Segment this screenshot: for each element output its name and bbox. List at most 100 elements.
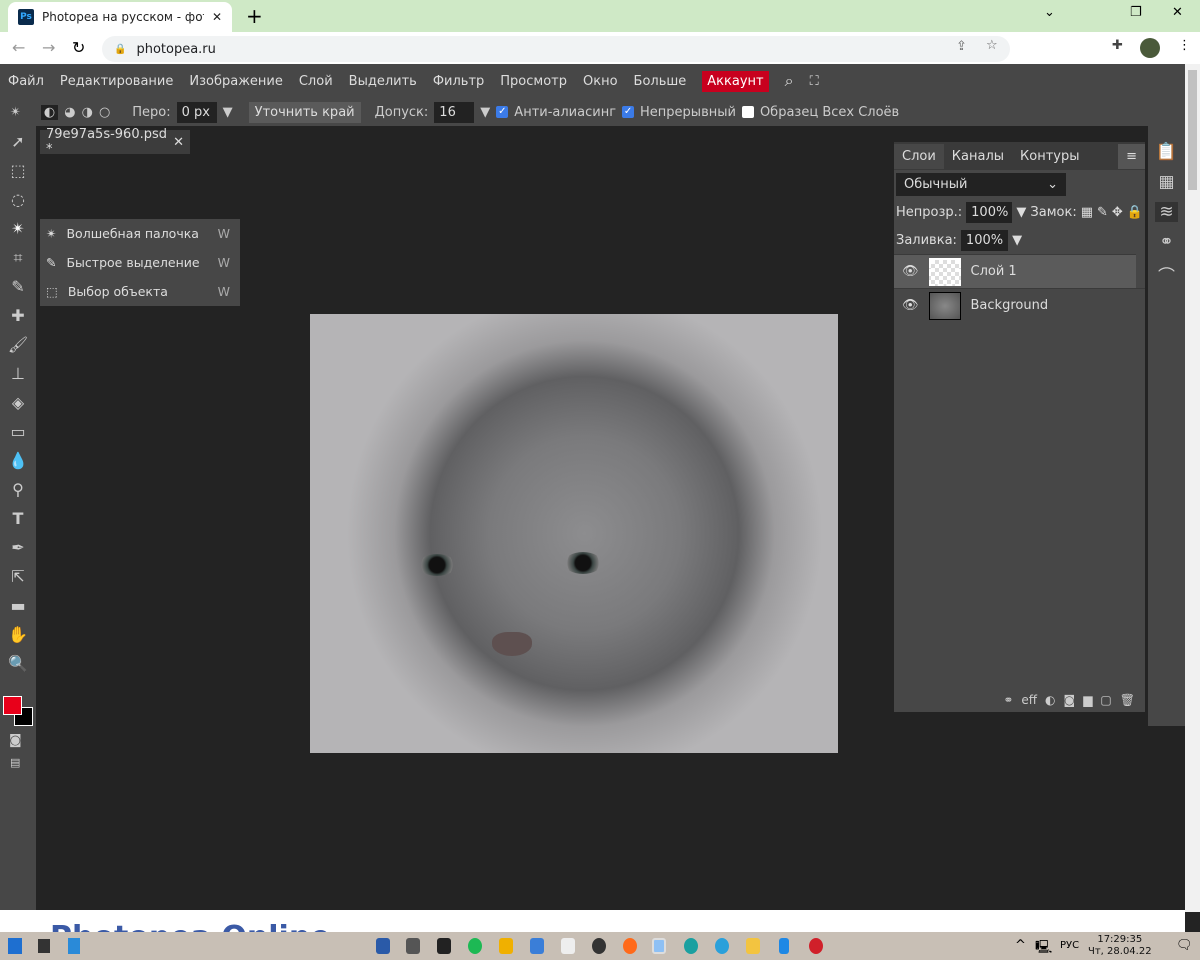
- selection-intersect-icon[interactable]: ○: [99, 105, 110, 120]
- lock-transparency-icon[interactable]: ▦: [1081, 205, 1093, 220]
- feather-dropdown-icon[interactable]: ▼: [223, 105, 233, 120]
- fill-dropdown-icon[interactable]: ▼: [1012, 233, 1022, 248]
- opacity-input[interactable]: 100%: [966, 201, 1013, 223]
- swatches-icon[interactable]: ▦: [1158, 172, 1174, 192]
- new-layer-icon[interactable]: ▢: [1100, 693, 1111, 707]
- visibility-eye-icon[interactable]: 👁: [902, 264, 919, 279]
- extensions-icon[interactable]: ✚: [1112, 38, 1123, 53]
- share-icon[interactable]: ⇪: [956, 39, 967, 54]
- brush-tool-icon[interactable]: 🖌: [8, 335, 28, 356]
- menu-image[interactable]: Изображение: [189, 74, 282, 89]
- selection-subtract-icon[interactable]: ◑: [82, 105, 93, 120]
- menu-more[interactable]: Больше: [634, 74, 687, 89]
- menu-view[interactable]: Просмотр: [500, 74, 567, 89]
- maximize-button[interactable]: ❐: [1130, 5, 1142, 20]
- url-field[interactable]: 🔒 photopea.ru: [102, 36, 1010, 62]
- document-canvas-kitten-image[interactable]: [310, 314, 838, 753]
- menu-layer[interactable]: Слой: [299, 74, 333, 89]
- close-window-button[interactable]: ✕: [1172, 5, 1183, 20]
- magic-wand-tool-icon[interactable]: ✴: [11, 219, 24, 240]
- telegram-icon[interactable]: [715, 938, 729, 954]
- fullscreen-icon[interactable]: ⛶: [810, 74, 819, 89]
- browser-menu-icon[interactable]: ⋮: [1178, 38, 1191, 53]
- search-icon[interactable]: ⌕: [785, 71, 794, 91]
- selection-add-icon[interactable]: ◕: [64, 105, 75, 120]
- pen-tool-icon[interactable]: ✒: [11, 538, 24, 559]
- trash-icon[interactable]: 🗑: [1120, 693, 1135, 707]
- bookmark-star-icon[interactable]: ☆: [986, 38, 998, 53]
- foreground-color-swatch[interactable]: [3, 696, 22, 715]
- show-hidden-icons[interactable]: ^: [1015, 938, 1026, 953]
- history-icon[interactable]: 📋: [1156, 142, 1177, 162]
- app-icon[interactable]: [561, 938, 575, 954]
- blur-tool-icon[interactable]: 💧: [8, 451, 28, 472]
- close-tab-icon[interactable]: ✕: [212, 10, 222, 24]
- layer-row[interactable]: 👁 Background: [894, 288, 1145, 322]
- tolerance-dropdown-icon[interactable]: ▼: [480, 105, 490, 120]
- reload-icon[interactable]: ↻: [72, 38, 85, 57]
- new-tab-button[interactable]: +: [246, 4, 263, 28]
- opera-icon[interactable]: [809, 938, 823, 954]
- browser-tab[interactable]: Ps Photopea на русском - фоторед ✕: [8, 2, 232, 32]
- app-icon[interactable]: [592, 938, 606, 954]
- layer-row[interactable]: 👁 Слой 1: [894, 254, 1136, 288]
- quick-mask-icon[interactable]: ◙: [9, 733, 22, 748]
- account-button[interactable]: Аккаунт: [702, 70, 769, 92]
- refine-edge-button[interactable]: Уточнить край: [248, 101, 361, 123]
- spotify-icon[interactable]: [468, 938, 482, 954]
- lock-position-icon[interactable]: ✥: [1112, 205, 1123, 220]
- feather-input[interactable]: 0 px: [176, 101, 217, 123]
- tab-channels[interactable]: Каналы: [944, 144, 1012, 169]
- gradient-tool-icon[interactable]: ▭: [10, 422, 25, 443]
- lock-all-icon[interactable]: 🔒: [1127, 205, 1143, 220]
- profile-avatar[interactable]: [1140, 38, 1160, 58]
- close-document-icon[interactable]: ✕: [173, 135, 184, 150]
- minimize-button[interactable]: ⌄: [1044, 5, 1055, 20]
- eyedropper-tool-icon[interactable]: ✎: [11, 277, 24, 298]
- blend-mode-select[interactable]: Обычный ⌄: [896, 172, 1066, 196]
- crop-tool-icon[interactable]: ⌗: [13, 248, 22, 269]
- folder-icon[interactable]: ▆: [1083, 693, 1092, 707]
- sample-all-layers-checkbox[interactable]: [741, 106, 754, 118]
- tolerance-input[interactable]: 16: [434, 101, 475, 123]
- move-tool-icon[interactable]: ➚: [11, 132, 24, 153]
- back-icon[interactable]: ←: [12, 38, 25, 57]
- visibility-eye-icon[interactable]: 👁: [902, 298, 919, 313]
- stamp-tool-icon[interactable]: ⊥: [11, 364, 25, 385]
- explorer-icon[interactable]: [746, 938, 760, 954]
- effects-button[interactable]: eff: [1021, 693, 1037, 707]
- document-tab[interactable]: 79e97a5s-960.psd * ✕: [40, 127, 190, 157]
- contiguous-checkbox[interactable]: ✓: [622, 106, 635, 118]
- language-indicator[interactable]: РУС: [1060, 940, 1079, 951]
- forward-icon[interactable]: →: [42, 38, 55, 57]
- store-icon[interactable]: [376, 938, 390, 954]
- menu-edit[interactable]: Редактирование: [60, 74, 173, 89]
- network-icon[interactable]: 🖳: [1035, 938, 1052, 960]
- app-icon[interactable]: [406, 938, 420, 954]
- layers-icon[interactable]: ≋: [1155, 202, 1178, 222]
- app-icon[interactable]: [530, 938, 544, 954]
- opacity-dropdown-icon[interactable]: ▼: [1016, 205, 1026, 220]
- tab-paths[interactable]: Контуры: [1012, 144, 1087, 169]
- scrollbar-thumb[interactable]: [1188, 70, 1197, 190]
- panel-menu-icon[interactable]: ≡: [1118, 143, 1145, 169]
- path-select-tool-icon[interactable]: ⇱: [11, 567, 24, 588]
- paths-icon[interactable]: ⌒: [1158, 262, 1175, 287]
- flyout-item-quick-selection[interactable]: ✎ Быстрое выделение W: [40, 248, 240, 277]
- tab-layers[interactable]: Слои: [894, 143, 944, 169]
- flyout-item-object-selection[interactable]: ⬚ Выбор объекта W: [40, 277, 240, 306]
- fill-input[interactable]: 100%: [960, 229, 1009, 251]
- adjustment-layer-icon[interactable]: ◐: [1045, 693, 1055, 707]
- firefox-icon[interactable]: [623, 938, 637, 954]
- notifications-icon[interactable]: 🗨: [1176, 938, 1193, 953]
- link-icon[interactable]: ⚭: [1003, 693, 1013, 707]
- dodge-tool-icon[interactable]: ⚲: [12, 480, 24, 501]
- menu-filter[interactable]: Фильтр: [433, 74, 484, 89]
- page-scrollbar[interactable]: [1185, 64, 1200, 912]
- screen-mode-icon[interactable]: ▤: [10, 756, 20, 769]
- shape-tool-icon[interactable]: ▬: [10, 596, 25, 617]
- chrome-active-icon[interactable]: [652, 938, 666, 954]
- flyout-item-magic-wand[interactable]: ✴ Волшебная палочка W: [40, 219, 240, 248]
- channels-icon[interactable]: ⚭: [1159, 232, 1173, 252]
- widgets-icon[interactable]: [68, 938, 80, 954]
